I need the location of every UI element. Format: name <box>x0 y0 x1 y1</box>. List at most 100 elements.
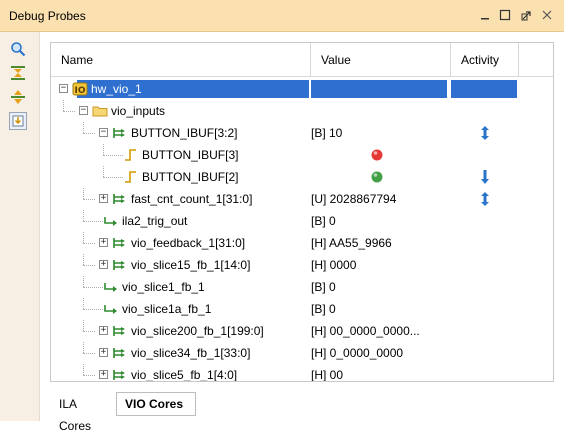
tree-connector <box>103 155 123 156</box>
tree-connector <box>83 320 84 331</box>
probe-value[interactable] <box>311 166 451 188</box>
table-row[interactable]: + vio_feedback_1[31:0] [H] AA55_9966 <box>51 232 553 254</box>
tree-connector <box>83 232 84 243</box>
activity-cell <box>451 232 519 254</box>
activity-cell <box>451 210 519 232</box>
bus-icon <box>112 323 128 339</box>
tree-connector <box>83 188 84 199</box>
restore-icon[interactable] <box>518 6 536 24</box>
probe-name: BUTTON_IBUF[3:2] <box>131 126 238 140</box>
tree-connector <box>83 254 84 265</box>
probe-value[interactable]: [H] 00_0000_0000... <box>311 320 451 342</box>
activity-cell <box>451 298 519 320</box>
probe-value[interactable]: [H] 00 <box>311 364 451 381</box>
column-header-name[interactable]: Name <box>51 43 311 77</box>
tree-connector <box>83 309 103 310</box>
bus-icon <box>112 367 128 381</box>
probe-name: vio_slice200_fb_1[199:0] <box>131 324 264 338</box>
name-cell: ila2_trig_out <box>51 210 305 232</box>
net-icon <box>103 213 119 229</box>
table-row[interactable]: vio_slice1a_fb_1 [B] 0 <box>51 298 553 320</box>
collapse-toggle[interactable]: − <box>59 84 68 93</box>
expand-toggle[interactable]: + <box>99 260 108 269</box>
probe-name: vio_slice1_fb_1 <box>122 280 205 294</box>
probe-name: ila2_trig_out <box>122 214 188 228</box>
table-row[interactable]: − IO hw_vio_1 <box>51 78 553 100</box>
table-row[interactable]: − BUTTON_IBUF[3:2] [B] 10 <box>51 122 553 144</box>
expand-toggle[interactable]: + <box>99 194 108 203</box>
name-cell: + fast_cnt_count_1[31:0] <box>51 188 305 210</box>
activity-cell <box>451 342 519 364</box>
name-cell: − vio_inputs <box>51 100 305 122</box>
tree-connector <box>83 243 95 244</box>
probe-value[interactable]: [H] AA55_9966 <box>311 232 451 254</box>
title-bar: Debug Probes <box>0 0 564 32</box>
tree-connector <box>83 265 95 266</box>
net-icon <box>103 301 119 317</box>
probe-value[interactable]: [B] 0 <box>311 298 451 320</box>
probe-name: BUTTON_IBUF[3] <box>142 148 239 162</box>
table-row[interactable]: ila2_trig_out [B] 0 <box>51 210 553 232</box>
collapse-toggle[interactable]: − <box>99 128 108 137</box>
column-header-value[interactable]: Value <box>311 43 451 77</box>
expand-toggle[interactable]: + <box>99 370 108 379</box>
side-toolbar <box>0 32 40 421</box>
probe-value[interactable]: [U] 2028867794 <box>311 188 451 210</box>
tab-ila-cores[interactable]: ILA Cores <box>50 392 114 433</box>
expand-toggle[interactable]: + <box>99 348 108 357</box>
tree-connector <box>83 287 103 288</box>
minimize-icon[interactable] <box>476 6 494 24</box>
table-row[interactable]: BUTTON_IBUF[2] <box>51 166 553 188</box>
window-title: Debug Probes <box>9 9 86 23</box>
tree-connector <box>83 342 84 353</box>
table-row[interactable]: + fast_cnt_count_1[31:0] [U] 2028867794 <box>51 188 553 210</box>
probe-value[interactable]: [B] 10 <box>311 122 451 144</box>
activity-cell <box>451 78 519 100</box>
folder-icon <box>92 103 108 119</box>
probe-value[interactable] <box>311 144 451 166</box>
name-cell: vio_slice1_fb_1 <box>51 276 305 298</box>
bus-icon <box>112 125 128 141</box>
collapse-all-icon[interactable] <box>9 64 27 82</box>
probe-value[interactable]: [B] 0 <box>311 276 451 298</box>
tab-vio-cores[interactable]: VIO Cores <box>116 392 196 416</box>
table-row[interactable]: vio_slice1_fb_1 [B] 0 <box>51 276 553 298</box>
tree-connector <box>83 210 84 221</box>
tree-connector <box>83 364 84 375</box>
table-row[interactable]: + vio_slice15_fb_1[14:0] [H] 0000 <box>51 254 553 276</box>
bus-icon <box>112 191 128 207</box>
maximize-icon[interactable] <box>496 6 514 24</box>
table-row[interactable]: + vio_slice200_fb_1[199:0] [H] 00_0000_000… <box>51 320 553 342</box>
probe-value[interactable]: [B] 0 <box>311 210 451 232</box>
tree-connector <box>83 375 95 376</box>
probe-value[interactable] <box>311 78 451 100</box>
tree-connector <box>83 276 84 287</box>
probe-name: fast_cnt_count_1[31:0] <box>131 192 253 206</box>
expand-all-icon[interactable] <box>9 88 27 106</box>
probe-value[interactable] <box>311 100 451 122</box>
tree-connector <box>83 221 103 222</box>
expand-toggle[interactable]: + <box>99 326 108 335</box>
table-row[interactable]: − vio_inputs <box>51 100 553 122</box>
activity-falling-icon <box>451 166 519 188</box>
table-row[interactable]: + vio_slice5_fb_1[4:0] [H] 00 <box>51 364 553 382</box>
table-header: Name Value Activity <box>51 43 553 77</box>
probe-name: vio_slice5_fb_1[4:0] <box>131 368 238 382</box>
export-icon[interactable] <box>9 112 27 130</box>
led-indicator-icon <box>371 149 383 161</box>
name-cell: + vio_feedback_1[31:0] <box>51 232 305 254</box>
close-icon[interactable] <box>538 6 556 24</box>
svg-text:IO: IO <box>75 86 86 96</box>
search-icon[interactable] <box>9 40 27 58</box>
column-header-activity[interactable]: Activity <box>451 43 519 77</box>
name-cell: BUTTON_IBUF[2] <box>51 166 305 188</box>
tree-connector <box>83 199 95 200</box>
tree-connector <box>103 166 104 177</box>
table-row[interactable]: + vio_slice34_fb_1[33:0] [H] 0_0000_0000 <box>51 342 553 364</box>
probe-value[interactable]: [H] 0_0000_0000 <box>311 342 451 364</box>
expand-toggle[interactable]: + <box>99 238 108 247</box>
collapse-toggle[interactable]: − <box>79 106 88 115</box>
probes-tree-table: Name Value Activity − IO hw_vio_1− vio_inpu… <box>50 42 554 382</box>
table-row[interactable]: BUTTON_IBUF[3] <box>51 144 553 166</box>
probe-value[interactable]: [H] 0000 <box>311 254 451 276</box>
